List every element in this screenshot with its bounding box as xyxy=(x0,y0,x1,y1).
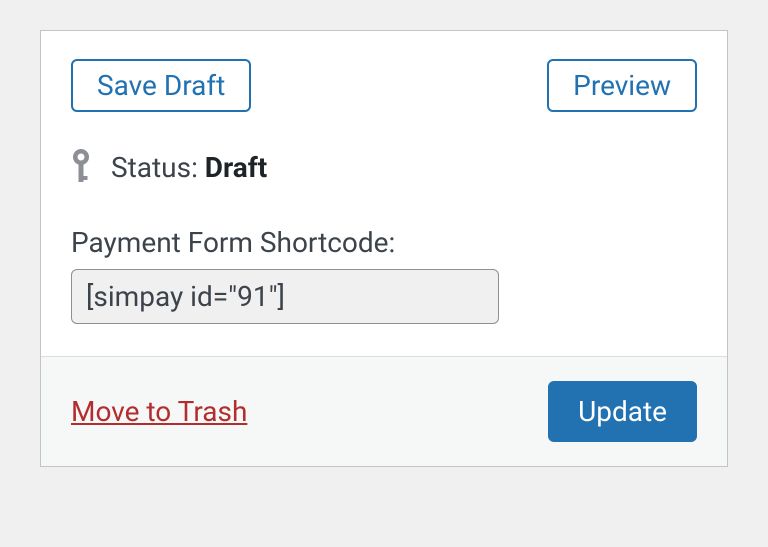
key-icon xyxy=(71,148,91,186)
update-button[interactable]: Update xyxy=(548,381,697,442)
shortcode-label: Payment Form Shortcode: xyxy=(71,226,697,259)
status-label: Status: xyxy=(111,151,205,184)
publish-top-section: Save Draft Preview Status: Draft Payment… xyxy=(41,31,727,356)
publish-bottom-section: Move to Trash Update xyxy=(41,356,727,466)
status-row: Status: Draft xyxy=(71,148,697,186)
move-to-trash-link[interactable]: Move to Trash xyxy=(71,395,247,428)
status-value: Draft xyxy=(205,151,267,184)
draft-preview-row: Save Draft Preview xyxy=(71,59,697,112)
status-text-container: Status: Draft xyxy=(111,151,267,184)
shortcode-input[interactable] xyxy=(71,269,499,324)
save-draft-button[interactable]: Save Draft xyxy=(71,59,251,112)
publish-meta-box: Save Draft Preview Status: Draft Payment… xyxy=(40,30,728,467)
preview-button[interactable]: Preview xyxy=(547,59,697,112)
